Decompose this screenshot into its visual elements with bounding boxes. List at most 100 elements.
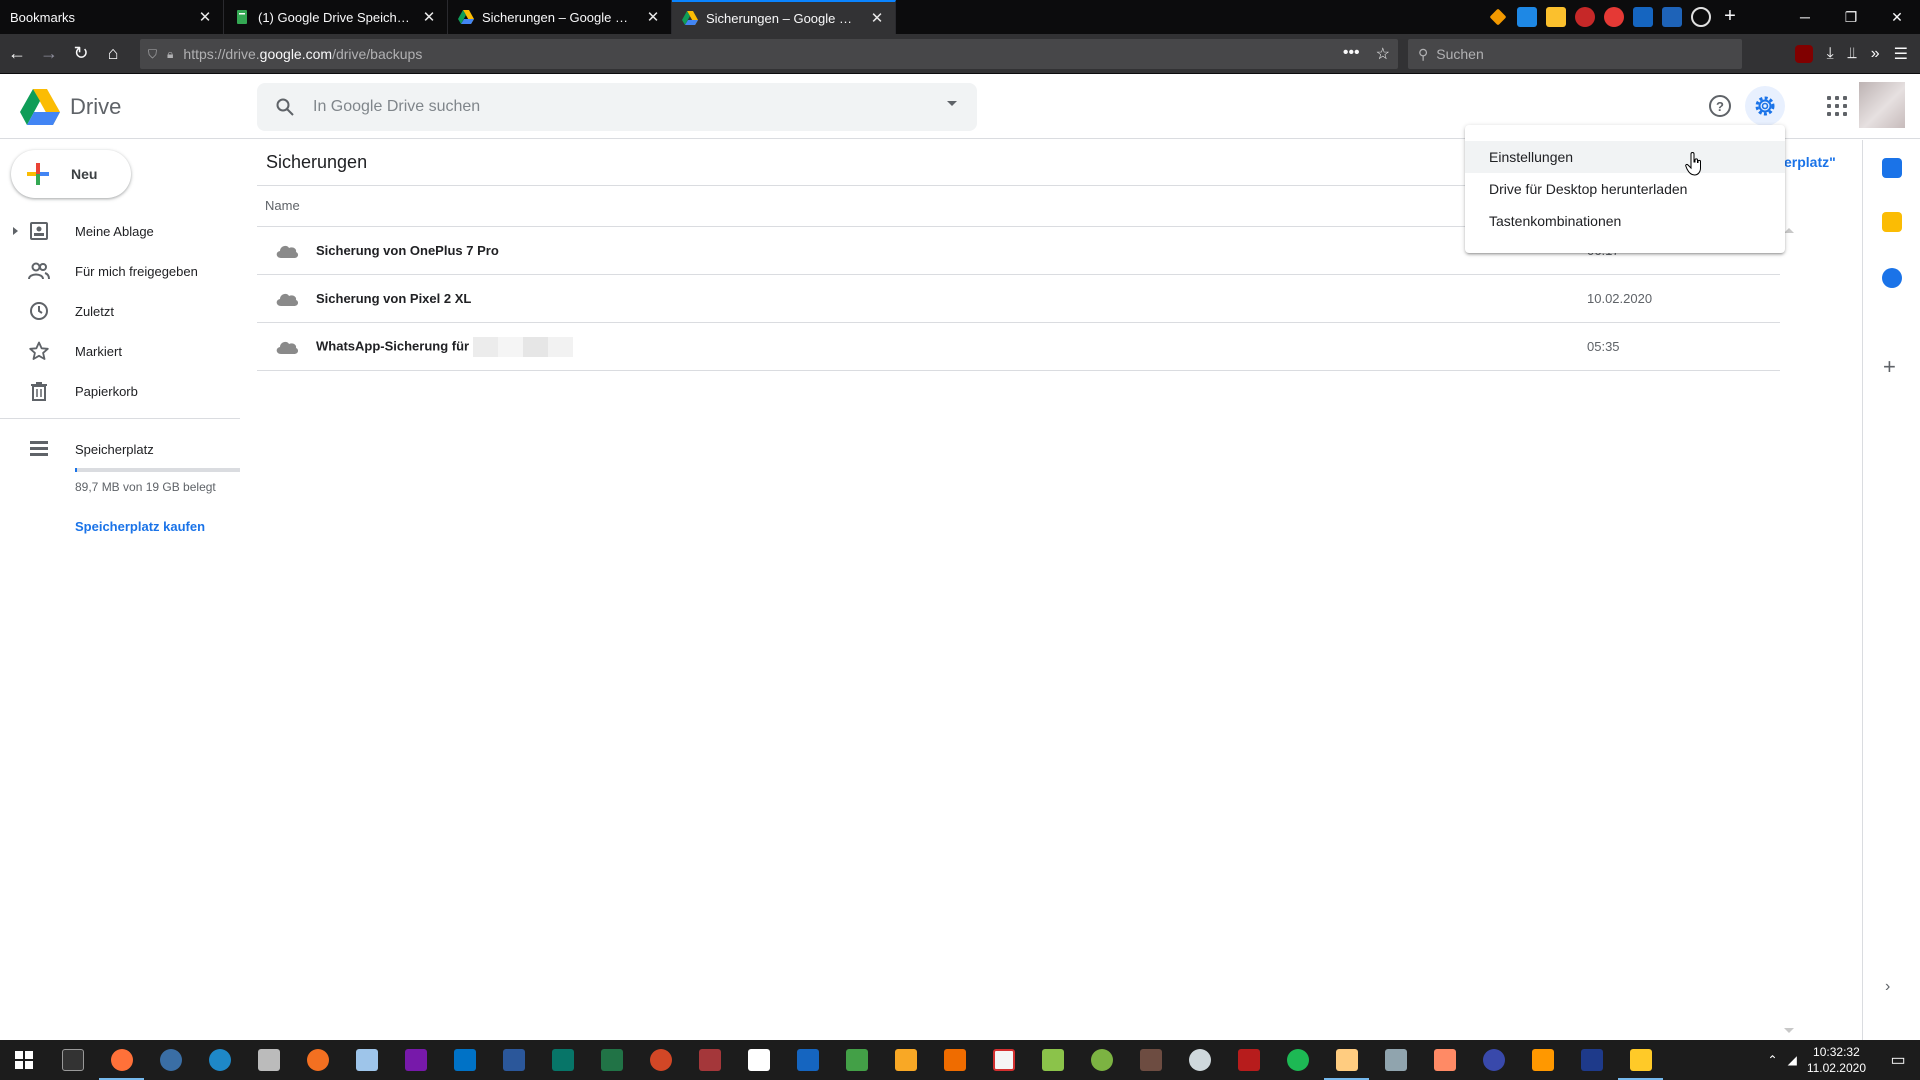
add-addon-icon[interactable]: + [1883,354,1896,380]
drive-logo[interactable]: Drive [20,89,121,125]
menu-item-settings[interactable]: Einstellungen [1465,141,1785,173]
sidebar-item-my-drive[interactable]: Meine Ablage [0,211,240,251]
menu-icon[interactable]: ☰ [1894,44,1908,64]
outlook-taskbar-icon[interactable] [440,1040,489,1080]
calendar-icon[interactable] [1662,7,1682,27]
forward-arrow-icon[interactable]: → [34,39,64,69]
windows-start-button[interactable] [0,1040,48,1080]
close-icon[interactable]: ✕ [197,8,213,26]
powerpoint-taskbar-icon[interactable] [636,1040,685,1080]
close-icon[interactable]: ✕ [869,9,885,27]
scroll-up-arrow-icon[interactable] [1784,228,1794,233]
tab-drive-backups[interactable]: Sicherungen – Google Drive ✕ [448,0,672,34]
library-icon[interactable]: ⫫ [1848,45,1857,63]
extension-icon[interactable] [1517,7,1537,27]
tab-drive-backups-active[interactable]: Sicherungen – Google Drive ✕ [672,0,896,34]
browser-search-field[interactable]: ⚲ Suchen [1408,39,1742,69]
calendar-icon[interactable] [1882,158,1902,178]
search-options-dropdown-icon[interactable] [947,101,957,106]
sidebar-item-trash[interactable]: Papierkorb [0,371,240,411]
chevron-right-icon[interactable]: › [1885,978,1890,996]
settings-button[interactable] [1745,86,1785,126]
network-icon[interactable]: ◢ [1788,1053,1797,1067]
publisher-taskbar-icon[interactable] [538,1040,587,1080]
app-taskbar-icon[interactable] [1126,1040,1175,1080]
lock-icon[interactable]: 🔒︎ [167,47,173,62]
app-taskbar-icon[interactable] [1469,1040,1518,1080]
overflow-icon[interactable]: » [1871,45,1880,63]
more-icon[interactable]: ••• [1343,44,1360,64]
search-icon[interactable] [257,98,313,116]
app-taskbar-icon[interactable] [146,1040,195,1080]
explorer-taskbar-icon[interactable] [1616,1040,1665,1080]
storage-link[interactable]: erplatz" [1784,154,1836,170]
minimize-icon[interactable]: ─ [1782,0,1828,34]
ublock-icon[interactable] [1794,45,1813,63]
keep-icon[interactable] [1882,212,1902,232]
sidebar-item-shared[interactable]: Für mich freigegeben [0,251,240,291]
buy-storage-link[interactable]: Speicherplatz kaufen [75,519,205,534]
access-taskbar-icon[interactable] [685,1040,734,1080]
notepad-taskbar-icon[interactable] [342,1040,391,1080]
onenote-taskbar-icon[interactable] [391,1040,440,1080]
android-taskbar-icon[interactable] [1077,1040,1126,1080]
reload-icon[interactable]: ↻ [66,39,96,69]
calc-taskbar-icon[interactable] [832,1040,881,1080]
app-taskbar-icon[interactable] [1420,1040,1469,1080]
table-row[interactable]: Sicherung von Pixel 2 XL 10.02.2020 [257,275,1780,323]
folder-icon[interactable] [1546,7,1566,27]
bookmark-star-icon[interactable]: ☆ [1376,44,1390,64]
app-taskbar-icon[interactable] [1322,1040,1371,1080]
impress-taskbar-icon[interactable] [881,1040,930,1080]
globe-icon[interactable] [1691,7,1711,27]
tasks-icon[interactable] [1882,268,1902,288]
firefox-taskbar-icon[interactable] [97,1040,146,1080]
close-icon[interactable]: ✕ [421,8,437,26]
close-window-icon[interactable]: ✕ [1874,0,1920,34]
expand-caret-icon[interactable] [13,227,18,235]
chart-taskbar-icon[interactable] [1028,1040,1077,1080]
sidebar-item-storage[interactable]: Speicherplatz [0,429,240,469]
avatar[interactable] [1859,82,1905,128]
draw-taskbar-icon[interactable] [930,1040,979,1080]
download-icon[interactable]: ⤓ [1827,45,1834,63]
file-taskbar-icon[interactable] [734,1040,783,1080]
column-header-name[interactable]: Name [265,198,300,213]
menu-item-keyboard-shortcuts[interactable]: Tastenkombinationen [1465,205,1785,237]
chevron-up-icon[interactable]: ⌃ [1768,1053,1778,1067]
close-icon[interactable]: ✕ [645,8,661,26]
extension-icon[interactable] [1489,8,1507,26]
sidebar-item-starred[interactable]: Markiert [0,331,240,371]
tab-drive-storage[interactable]: (1) Google Drive Speicherplatz ✕ [224,0,448,34]
video-taskbar-icon[interactable] [1567,1040,1616,1080]
drive-search-bar[interactable] [257,83,977,131]
word-taskbar-icon[interactable] [489,1040,538,1080]
new-button[interactable]: Neu [11,150,131,198]
clock[interactable]: 10:32:32 11.02.2020 [1807,1044,1866,1076]
vlc-taskbar-icon[interactable] [1518,1040,1567,1080]
terminal-taskbar-icon[interactable] [48,1040,97,1080]
apps-grid-icon[interactable] [1827,96,1847,116]
sidebar-item-recent[interactable]: Zuletzt [0,291,240,331]
app-taskbar-icon[interactable] [1371,1040,1420,1080]
menu-item-download-desktop[interactable]: Drive für Desktop herunterladen [1465,173,1785,205]
pdf-taskbar-icon[interactable] [979,1040,1028,1080]
help-icon[interactable]: ? [1706,92,1734,120]
back-arrow-icon[interactable]: ← [2,39,32,69]
shield-icon[interactable]: ⛉ [148,47,157,62]
edge-taskbar-icon[interactable] [195,1040,244,1080]
restore-icon[interactable]: ❐ [1828,0,1874,34]
spotify-taskbar-icon[interactable] [1273,1040,1322,1080]
extension-icon[interactable] [1633,7,1653,27]
url-bar[interactable]: ⛉ 🔒︎ https://drive. google.com/drive/back… [140,39,1398,69]
app-taskbar-icon[interactable] [293,1040,342,1080]
scroll-down-arrow-icon[interactable] [1784,1028,1794,1033]
excel-taskbar-icon[interactable] [587,1040,636,1080]
writer-taskbar-icon[interactable] [783,1040,832,1080]
notifications-icon[interactable]: ▭ [1876,1050,1920,1070]
new-tab-icon[interactable]: + [1720,6,1740,27]
extension-icon[interactable] [1604,7,1624,27]
document-taskbar-icon[interactable] [244,1040,293,1080]
table-row[interactable]: WhatsApp-Sicherung für 05:35 [257,323,1780,371]
home-icon[interactable]: ⌂ [98,39,128,69]
